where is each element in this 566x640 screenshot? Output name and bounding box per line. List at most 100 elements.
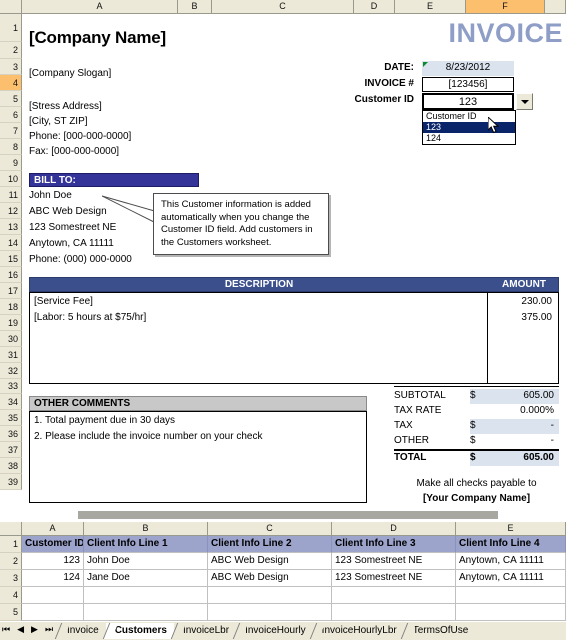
customers-cell-r4-c1[interactable] xyxy=(84,604,208,621)
customers-cell-r3-c1[interactable] xyxy=(84,587,208,604)
invoice-number-input[interactable]: [123456] xyxy=(422,77,514,92)
bill-to-line-2[interactable]: ABC Web Design xyxy=(29,206,107,217)
row-header-13[interactable]: 13 xyxy=(0,219,22,235)
customers-cell-r3-c0[interactable] xyxy=(22,587,84,604)
sheet-tab-invoice[interactable]: Invoice xyxy=(58,623,106,639)
row-header-33[interactable]: 33 xyxy=(0,379,22,394)
customers-row-header-3[interactable]: 3 xyxy=(0,570,22,587)
nav-first-icon[interactable]: ⏮ xyxy=(2,625,10,634)
company-slogan[interactable]: [Company Slogan] xyxy=(29,68,111,79)
column-header-c[interactable]: C xyxy=(212,0,354,14)
date-value-cell[interactable]: 8/23/2012 xyxy=(422,61,514,76)
line-item-amount-1[interactable]: 230.00 xyxy=(521,296,552,307)
row-header-31[interactable]: 31 xyxy=(0,347,22,363)
customers-row-header-2[interactable]: 2 xyxy=(0,553,22,570)
line-item-amount-2[interactable]: 375.00 xyxy=(521,312,552,323)
customers-row-header-5[interactable]: 5 xyxy=(0,604,22,621)
customers-cell-r1-c3[interactable]: 123 Somestreet NE xyxy=(332,553,456,570)
customers-cell-r1-c1[interactable]: John Doe xyxy=(84,553,208,570)
horizontal-scrollbar[interactable] xyxy=(0,508,566,522)
bill-to-line-1[interactable]: John Doe xyxy=(29,190,72,201)
company-street-address[interactable]: [Stress Address] xyxy=(29,101,102,112)
sheet-tab-invoicehourly[interactable]: InvoiceHourly xyxy=(236,623,313,639)
select-all-corner[interactable] xyxy=(0,0,22,14)
customers-cell-r3-c2[interactable] xyxy=(208,587,332,604)
dropdown-option-0[interactable]: Customer ID xyxy=(423,111,515,122)
customers-column-header-e[interactable]: E xyxy=(456,522,566,536)
row-header-10[interactable]: 10 xyxy=(0,171,22,187)
row-header-15[interactable]: 15 xyxy=(0,251,22,267)
row-header-35[interactable]: 35 xyxy=(0,410,22,426)
line-item-description-2[interactable]: [Labor: 5 hours at $75/hr] xyxy=(34,312,146,323)
row-header-4[interactable]: 4 xyxy=(0,75,22,91)
row-header-38[interactable]: 38 xyxy=(0,458,22,474)
row-header-32[interactable]: 32 xyxy=(0,363,22,379)
company-city-state-zip[interactable]: [City, ST ZIP] xyxy=(29,116,88,127)
row-header-12[interactable]: 12 xyxy=(0,203,22,219)
customers-header-2[interactable]: Client Info Line 2 xyxy=(208,536,332,553)
customers-header-1[interactable]: Client Info Line 1 xyxy=(84,536,208,553)
customers-cell-r2-c3[interactable]: 123 Somestreet NE xyxy=(332,570,456,587)
comment-line-1[interactable]: 1. Total payment due in 30 days xyxy=(34,415,175,426)
row-header-39[interactable]: 39 xyxy=(0,474,22,490)
row-header-37[interactable]: 37 xyxy=(0,442,22,458)
customers-cell-r3-c3[interactable] xyxy=(332,587,456,604)
company-fax[interactable]: Fax: [000-000-0000] xyxy=(29,146,119,157)
customers-header-0[interactable]: Customer ID xyxy=(22,536,84,553)
row-header-7[interactable]: 7 xyxy=(0,123,22,139)
row-header-18[interactable]: 18 xyxy=(0,299,22,315)
customers-cell-r2-c1[interactable]: Jane Doe xyxy=(84,570,208,587)
row-header-1[interactable]: 1 xyxy=(0,14,22,42)
customers-header-3[interactable]: Client Info Line 3 xyxy=(332,536,456,553)
customers-cell-r4-c2[interactable] xyxy=(208,604,332,621)
comment-line-2[interactable]: 2. Please include the invoice number on … xyxy=(34,431,262,442)
row-header-36[interactable]: 36 xyxy=(0,426,22,442)
customers-cell-r2-c4[interactable]: Anytown, CA 11111 xyxy=(456,570,566,587)
customers-cell-r1-c0[interactable]: 123 xyxy=(22,553,84,570)
tax-rate-value[interactable]: 0.000% xyxy=(470,404,559,419)
row-header-17[interactable]: 17 xyxy=(0,283,22,299)
row-header-3[interactable]: 3 xyxy=(0,59,22,75)
line-item-description-1[interactable]: [Service Fee] xyxy=(34,296,93,307)
bill-to-line-4[interactable]: Anytown, CA 11111 xyxy=(29,238,114,249)
nav-last-icon[interactable]: ⏭ xyxy=(45,625,53,634)
customers-column-header-a[interactable]: A xyxy=(22,522,84,536)
column-header-b[interactable]: B xyxy=(178,0,212,14)
row-header-16[interactable]: 16 xyxy=(0,267,22,283)
customers-cell-r4-c0[interactable] xyxy=(22,604,84,621)
row-header-30[interactable]: 30 xyxy=(0,331,22,347)
row-header-6[interactable]: 6 xyxy=(0,107,22,123)
sheet-tab-termsofuse[interactable]: TermsOfUse xyxy=(403,623,476,639)
row-header-5[interactable]: 5 xyxy=(0,91,22,107)
customers-cell-r4-c3[interactable] xyxy=(332,604,456,621)
customers-select-all-corner[interactable] xyxy=(0,522,22,536)
customer-id-dropdown-button[interactable] xyxy=(516,93,533,110)
customers-cell-r3-c4[interactable] xyxy=(456,587,566,604)
column-header-spacer[interactable] xyxy=(545,0,566,14)
customers-column-header-c[interactable]: C xyxy=(208,522,332,536)
bill-to-line-5[interactable]: Phone: (000) 000-0000 xyxy=(29,254,132,265)
customers-cell-r2-c2[interactable]: ABC Web Design xyxy=(208,570,332,587)
customers-header-4[interactable]: Client Info Line 4 xyxy=(456,536,566,553)
payable-to-line-2[interactable]: [Your Company Name] xyxy=(394,493,559,504)
nav-prev-icon[interactable]: ◀ xyxy=(17,625,24,634)
customers-cell-r1-c4[interactable]: Anytown, CA 11111 xyxy=(456,553,566,570)
customers-cell-r2-c0[interactable]: 124 xyxy=(22,570,84,587)
column-header-f[interactable]: F xyxy=(466,0,545,14)
column-header-e[interactable]: E xyxy=(395,0,466,14)
customers-column-header-d[interactable]: D xyxy=(332,522,456,536)
customer-id-dropdown-list[interactable]: Customer ID 123 124 xyxy=(422,110,516,145)
row-header-11[interactable]: 11 xyxy=(0,187,22,203)
sheet-tab-invoicelbr[interactable]: InvoiceLbr xyxy=(173,623,237,639)
other-value[interactable]: - xyxy=(470,434,559,449)
scrollbar-thumb[interactable] xyxy=(78,511,498,519)
column-header-d[interactable]: D xyxy=(354,0,395,14)
row-header-2[interactable]: 2 xyxy=(0,42,22,59)
nav-next-icon[interactable]: ▶ xyxy=(31,625,38,634)
row-header-34[interactable]: 34 xyxy=(0,394,22,410)
company-name[interactable]: [Company Name] xyxy=(29,28,166,48)
sheet-tab-customers[interactable]: Customers xyxy=(105,623,174,639)
customer-id-input[interactable]: 123 xyxy=(422,93,514,110)
dropdown-option-2[interactable]: 124 xyxy=(423,133,515,144)
callout-note[interactable]: This Customer information is added autom… xyxy=(153,193,329,255)
